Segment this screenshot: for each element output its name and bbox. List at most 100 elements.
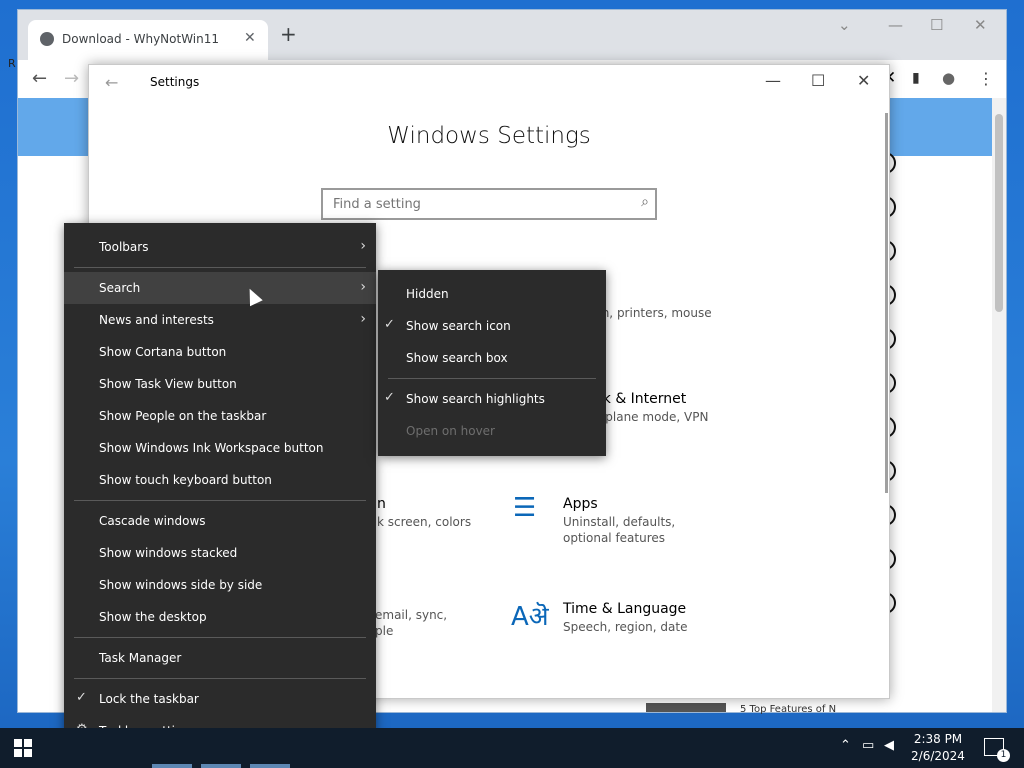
windows-start-icon[interactable] <box>14 739 32 757</box>
submenu-item-hidden[interactable]: Hidden <box>378 278 606 310</box>
apps-list-icon: ☰ <box>513 493 537 523</box>
menu-item-toolbars[interactable]: Toolbars › <box>64 231 376 263</box>
menu-item-label: Show search highlights <box>406 392 545 406</box>
submenu-item-search-highlights[interactable]: ✓ Show search highlights <box>378 383 606 415</box>
menu-item-people[interactable]: Show People on the taskbar <box>64 400 376 432</box>
chevron-right-icon: › <box>360 238 366 254</box>
network-icon[interactable]: ▭ <box>862 738 874 753</box>
maximize-icon[interactable]: ☐ <box>811 71 825 90</box>
settings-item-devices[interactable]: s th, printers, mouse <box>597 287 712 321</box>
submenu-item-search-icon[interactable]: ✓ Show search icon <box>378 310 606 342</box>
menu-item-label: Show windows side by side <box>99 578 263 592</box>
browser-scrollbar[interactable] <box>992 98 1006 712</box>
menu-item-label: Show search icon <box>406 319 511 333</box>
menu-item-label: Show touch keyboard button <box>99 473 272 487</box>
menu-item-task-view[interactable]: Show Task View button <box>64 368 376 400</box>
submenu-item-open-on-hover: Open on hover <box>378 415 606 447</box>
item-name: Time & Language <box>563 601 687 617</box>
menu-kebab-icon[interactable]: ⋮ <box>978 69 994 88</box>
close-tab-icon[interactable]: ✕ <box>244 30 256 46</box>
clock[interactable]: 2:38 PM 2/6/2024 <box>900 731 976 765</box>
item-name: n <box>377 496 386 512</box>
close-window-icon[interactable]: ✕ <box>857 71 870 90</box>
menu-item-touch-keyboard[interactable]: Show touch keyboard button <box>64 464 376 496</box>
item-desc: irplane mode, VPN <box>597 410 709 424</box>
taskbar-app-indicator[interactable] <box>152 764 192 768</box>
chevron-up-icon[interactable]: ⌃ <box>840 738 851 753</box>
article-title[interactable]: 5 Top Features of N <box>740 704 836 715</box>
profile-icon[interactable]: ● <box>942 69 955 87</box>
menu-item-stacked[interactable]: Show windows stacked <box>64 537 376 569</box>
minimize-icon[interactable]: — <box>765 71 781 90</box>
back-arrow-icon[interactable]: ← <box>32 68 47 89</box>
browser-tab-bar: Download - WhyNotWin11 ✕ + ⌄ — ☐ ✕ <box>18 10 1006 60</box>
menu-item-label: Show Cortana button <box>99 345 227 359</box>
menu-item-cascade[interactable]: Cascade windows <box>64 505 376 537</box>
settings-item-personalization[interactable]: n k screen, colors <box>377 496 471 530</box>
page-title: Windows Settings <box>387 123 591 149</box>
back-arrow-icon[interactable]: ← <box>105 73 118 92</box>
menu-item-lock-taskbar[interactable]: ✓ Lock the taskbar <box>64 683 376 715</box>
menu-item-label: Show the desktop <box>99 610 207 624</box>
menu-item-label: Cascade windows <box>99 514 206 528</box>
settings-search[interactable]: ⌕ <box>321 188 657 220</box>
menu-separator <box>74 678 366 679</box>
item-desc: k screen, colors <box>377 515 472 529</box>
menu-item-cortana[interactable]: Show Cortana button <box>64 336 376 368</box>
menu-item-show-desktop[interactable]: Show the desktop <box>64 601 376 633</box>
maximize-icon[interactable]: ☐ <box>930 16 943 34</box>
menu-item-label: Hidden <box>406 287 449 301</box>
forward-arrow-icon[interactable]: → <box>64 68 79 89</box>
item-desc: th, printers, mouse <box>597 306 712 320</box>
item-name: rk & Internet <box>597 391 687 407</box>
item-name: s <box>597 287 712 303</box>
item-desc: Uninstall, defaults, optional features <box>563 515 676 545</box>
new-tab-button[interactable]: + <box>280 24 297 44</box>
article-thumbnail <box>646 703 726 712</box>
chevron-down-icon[interactable]: ⌄ <box>838 16 851 34</box>
notification-icon[interactable]: 1 <box>984 738 1010 762</box>
menu-item-label: Task Manager <box>99 651 182 665</box>
settings-item-apps[interactable]: Apps Uninstall, defaults, optional featu… <box>563 496 723 546</box>
menu-item-label: Search <box>99 281 141 295</box>
browser-tab[interactable]: Download - WhyNotWin11 ✕ <box>28 20 268 60</box>
taskbar-context-menu: Toolbars › Search › News and interests ›… <box>64 223 376 755</box>
settings-item-network[interactable]: rk & Internet irplane mode, VPN <box>597 391 708 425</box>
chevron-right-icon: › <box>360 279 366 295</box>
menu-item-label: Show search box <box>406 351 508 365</box>
tab-title: Download - WhyNotWin11 <box>62 32 220 46</box>
menu-item-task-manager[interactable]: Task Manager <box>64 642 376 674</box>
sidebar-icon[interactable]: ▮ <box>912 70 920 86</box>
volume-muted-icon[interactable]: ◀ <box>884 738 894 753</box>
menu-item-label: Show People on the taskbar <box>99 409 267 423</box>
menu-item-search[interactable]: Search › <box>64 272 376 304</box>
clock-time: 2:38 PM <box>913 732 963 746</box>
menu-item-label: Lock the taskbar <box>99 692 199 706</box>
settings-item-time-language[interactable]: Time & Language Speech, region, date <box>563 601 687 635</box>
item-desc: email, sync, ple <box>375 608 448 638</box>
notification-badge: 1 <box>997 749 1010 762</box>
search-input[interactable] <box>331 194 625 214</box>
submenu-item-search-box[interactable]: Show search box <box>378 342 606 374</box>
minimize-icon[interactable]: — <box>888 16 903 34</box>
menu-separator <box>74 267 366 268</box>
menu-item-ink-workspace[interactable]: Show Windows Ink Workspace button <box>64 432 376 464</box>
scrollbar-thumb[interactable] <box>995 114 1003 312</box>
settings-item-accounts[interactable]: email, sync, ple <box>375 605 455 639</box>
menu-item-side-by-side[interactable]: Show windows side by side <box>64 569 376 601</box>
close-window-icon[interactable]: ✕ <box>974 16 987 34</box>
search-submenu: Hidden ✓ Show search icon Show search bo… <box>378 270 606 456</box>
menu-item-news[interactable]: News and interests › <box>64 304 376 336</box>
partial-text: R <box>8 57 16 70</box>
globe-icon <box>40 32 54 46</box>
settings-scrollbar[interactable] <box>885 113 888 493</box>
checkmark-icon: ✓ <box>76 690 87 705</box>
menu-item-label: Open on hover <box>406 424 495 438</box>
menu-separator <box>388 378 596 379</box>
checkmark-icon: ✓ <box>384 317 395 332</box>
search-icon: ⌕ <box>641 194 649 210</box>
clock-date: 2/6/2024 <box>911 749 965 763</box>
taskbar-app-indicator[interactable] <box>250 764 290 768</box>
time-language-icon: Aऄ <box>511 602 549 632</box>
taskbar-app-indicator[interactable] <box>201 764 241 768</box>
